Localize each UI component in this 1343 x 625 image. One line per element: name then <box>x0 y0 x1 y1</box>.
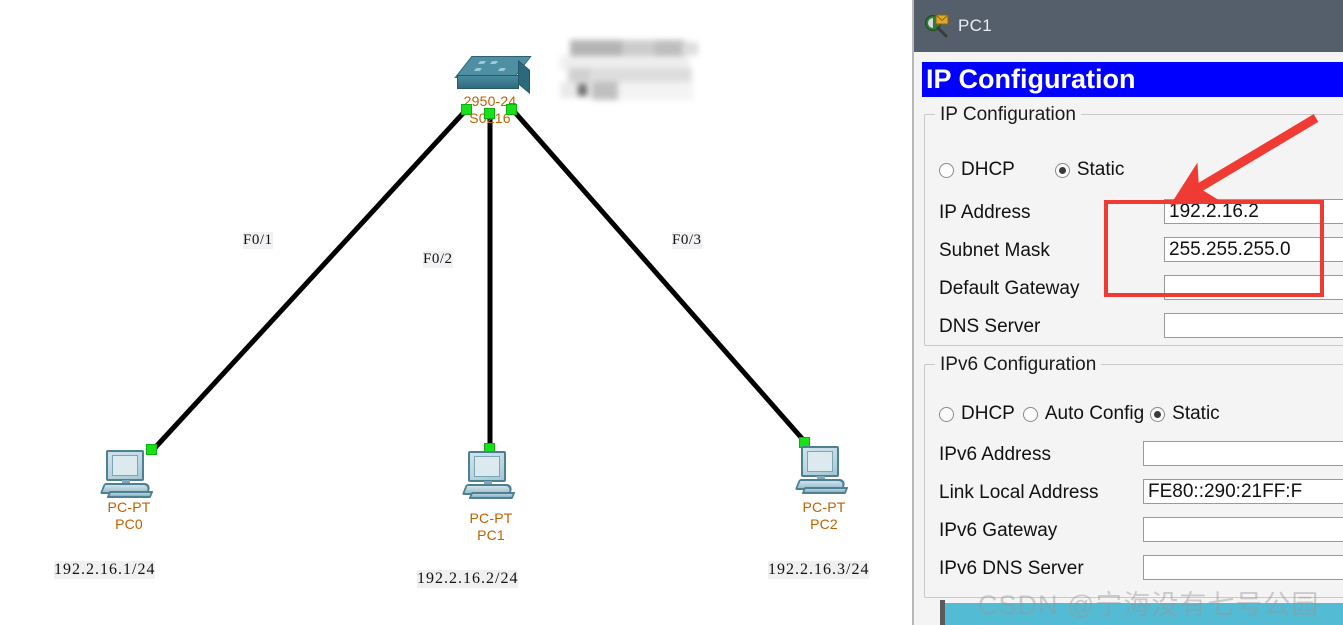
link-led-f03 <box>506 104 517 115</box>
ipv4-radio-static-label: Static <box>1076 159 1125 180</box>
panel-header: IP Configuration <box>922 62 1343 97</box>
subnet-mask-label: Subnet Mask <box>939 240 1050 261</box>
ipv6-group: IPv6 Configuration DHCP Auto Config Stat… <box>924 354 1343 598</box>
switch-node[interactable] <box>454 56 532 98</box>
field-subnet-mask[interactable]: Subnet Mask 255.255.255.0 <box>939 237 1343 264</box>
field-ip-address[interactable]: IP Address 192.2.16.2 <box>939 199 1343 226</box>
field-default-gateway[interactable]: Default Gateway <box>939 275 1343 302</box>
ip-address-label: IP Address <box>939 202 1031 223</box>
pc1-name-label: PC1 <box>477 527 505 543</box>
pc0-type-label: PC-PT <box>107 499 151 515</box>
ipv4-radio-dhcp[interactable]: DHCP <box>939 159 1015 181</box>
switch-icon <box>454 56 532 98</box>
port-label-f03: F0/3 <box>672 232 702 249</box>
pc-icon <box>99 450 158 502</box>
default-gateway-input[interactable] <box>1164 275 1343 300</box>
link-led-f01 <box>461 104 472 115</box>
radio-circle-icon <box>939 406 954 422</box>
ipv6-gateway-label: IPv6 Gateway <box>939 520 1058 541</box>
dns-server-label: DNS Server <box>939 316 1041 337</box>
ipv6-dns-server-label: IPv6 DNS Server <box>939 558 1084 579</box>
link-led-f02 <box>484 108 495 119</box>
pc-node-pc1[interactable] <box>461 451 520 503</box>
pc-node-pc0[interactable] <box>99 450 158 502</box>
pc-config-window[interactable]: PC1 IP Configuration IP Configuration DH… <box>912 0 1343 625</box>
redacted-region <box>560 38 698 106</box>
ipv6-address-label: IPv6 Address <box>939 444 1051 465</box>
dns-server-input[interactable] <box>1164 313 1343 338</box>
ipv6-radio-dhcp[interactable]: DHCP <box>939 403 1015 425</box>
field-ipv6-dns-server[interactable]: IPv6 DNS Server <box>939 555 1343 582</box>
port-label-f02: F0/2 <box>423 251 453 268</box>
field-dns-server[interactable]: DNS Server <box>939 313 1343 340</box>
pc2-name-label: PC2 <box>810 516 838 532</box>
pc2-ip-note: 192.2.16.3/24 <box>768 561 870 579</box>
window-title: PC1 <box>958 16 992 35</box>
panel-body: IP Configuration IP Configuration DHCP S… <box>914 52 1343 625</box>
pc0-ip-note: 192.2.16.1/24 <box>54 561 156 579</box>
ipv6-gateway-input[interactable] <box>1143 517 1343 542</box>
watermark-text: CSDN @宁海没有七号公园 <box>978 590 1320 620</box>
pc-icon <box>794 446 853 498</box>
radio-circle-icon <box>939 162 954 178</box>
radio-circle-selected-icon <box>1054 162 1070 178</box>
ipv6-mode-radios[interactable]: DHCP Auto Config Static <box>939 403 1224 425</box>
ipv6-address-input[interactable] <box>1143 441 1343 466</box>
ipv4-mode-radios[interactable]: DHCP Static <box>939 159 1128 181</box>
field-link-local-address[interactable]: Link Local Address FE80::290:21FF:F <box>939 479 1343 506</box>
link-local-address-input[interactable]: FE80::290:21FF:F <box>1143 479 1343 504</box>
ipv6-radio-static-label: Static <box>1172 403 1220 424</box>
field-ipv6-gateway[interactable]: IPv6 Gateway <box>939 517 1343 544</box>
ipv6-radio-auto-config[interactable]: Auto Config <box>1022 403 1145 425</box>
pc2-type-label: PC-PT <box>802 499 846 515</box>
pc1-type-label: PC-PT <box>469 510 513 526</box>
pc0-caption: PC-PT PC0 <box>69 499 189 533</box>
ipv4-radio-static[interactable]: Static <box>1054 159 1125 181</box>
ipv6-radio-auto-config-label: Auto Config <box>1044 403 1145 424</box>
pc1-caption: PC-PT PC1 <box>431 510 551 544</box>
magnifier-envelope-icon <box>924 13 950 39</box>
subnet-mask-input[interactable]: 255.255.255.0 <box>1164 237 1343 262</box>
ipv4-radio-dhcp-label: DHCP <box>961 159 1015 180</box>
radio-circle-icon <box>1022 406 1038 422</box>
ipv6-group-legend: IPv6 Configuration <box>935 354 1102 376</box>
ipv4-group-legend: IP Configuration <box>935 104 1081 126</box>
window-titlebar[interactable]: PC1 <box>914 0 1343 52</box>
pc-icon <box>461 451 520 503</box>
default-gateway-label: Default Gateway <box>939 278 1080 299</box>
topology-canvas[interactable]: 2950-24 S0216 F0/1 F0/2 F0/3 <box>0 0 912 625</box>
ipv6-radio-dhcp-label: DHCP <box>961 403 1015 424</box>
ip-address-input[interactable]: 192.2.16.2 <box>1164 199 1343 224</box>
radio-circle-selected-icon <box>1150 406 1166 422</box>
field-ipv6-address[interactable]: IPv6 Address <box>939 441 1343 468</box>
port-label-f01: F0/1 <box>243 232 273 249</box>
screenshot-root: 2950-24 S0216 F0/1 F0/2 F0/3 <box>0 0 1343 625</box>
link-local-address-label: Link Local Address <box>939 482 1099 503</box>
ipv6-dns-server-input[interactable] <box>1143 555 1343 580</box>
pc0-name-label: PC0 <box>115 516 143 532</box>
ipv6-radio-static[interactable]: Static <box>1150 403 1220 425</box>
pc1-ip-note: 192.2.16.2/24 <box>417 570 519 588</box>
pc-node-pc2[interactable] <box>794 446 853 498</box>
pc2-caption: PC-PT PC2 <box>764 499 884 533</box>
ipv4-group: IP Configuration DHCP Static IP Address … <box>924 104 1343 346</box>
